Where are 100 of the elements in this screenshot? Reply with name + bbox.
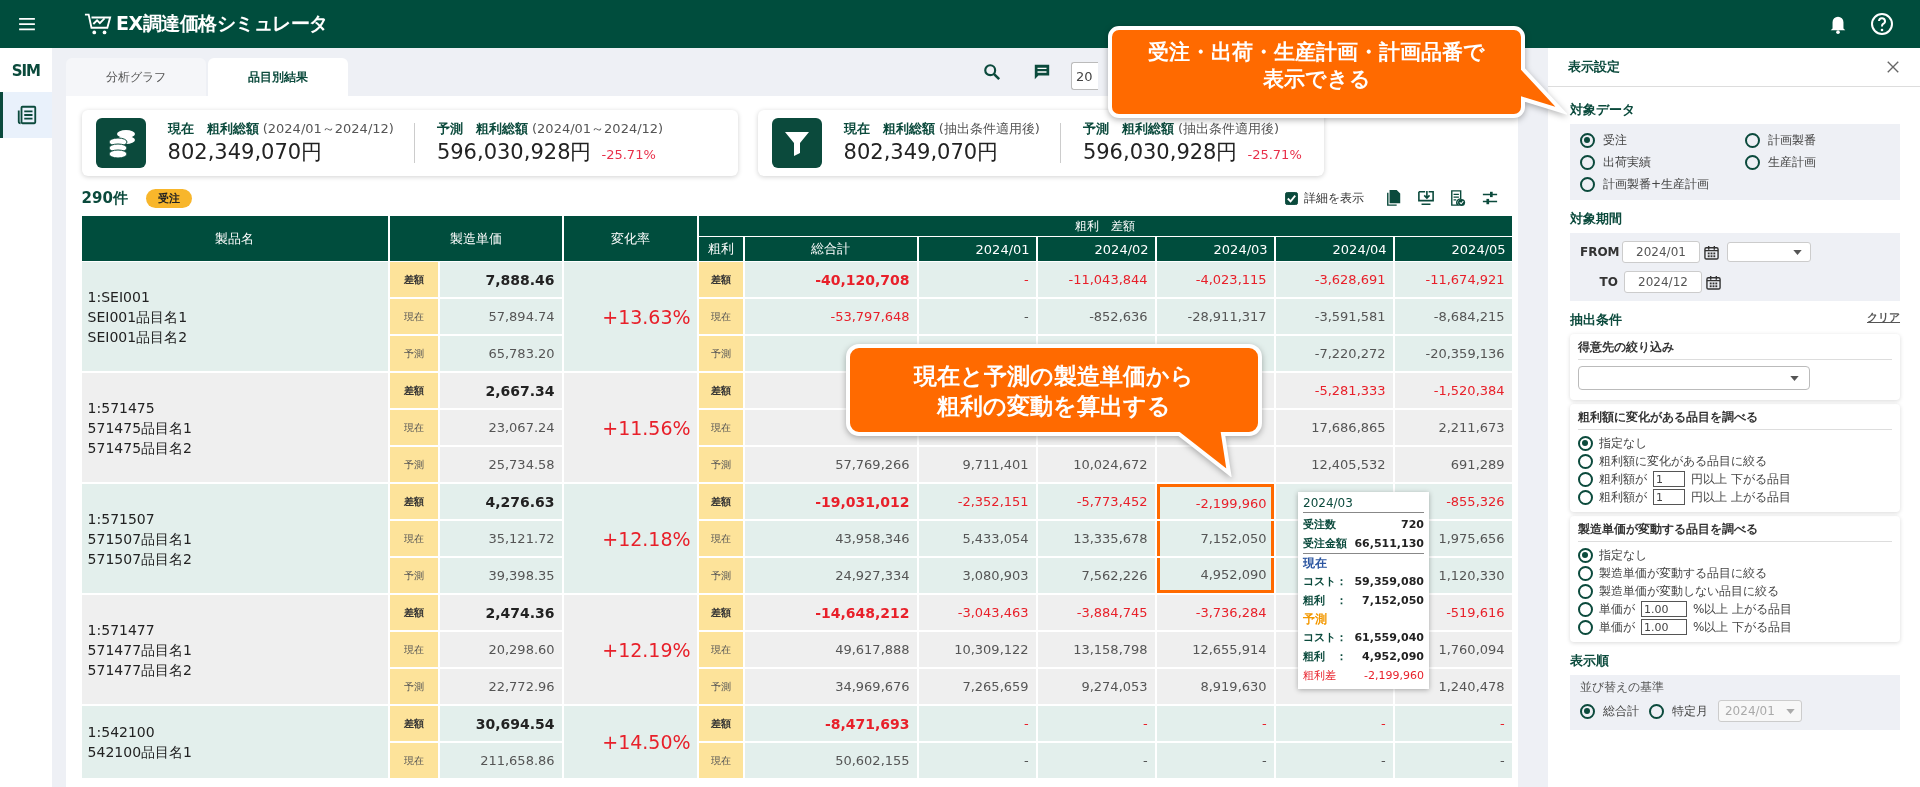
- month-cell: -: [1037, 743, 1155, 778]
- checkbox-icon[interactable]: [1285, 191, 1298, 205]
- sliders-icon[interactable]: [1482, 190, 1498, 206]
- month-cell: -: [1275, 706, 1393, 741]
- metric-label: 現在 粗利総額 (抽出条件適用後): [843, 120, 1040, 138]
- radio-icon[interactable]: [1578, 601, 1593, 617]
- radio-icon[interactable]: [1578, 453, 1593, 469]
- threshold-field[interactable]: 1: [1653, 471, 1685, 487]
- column-header: 変化率: [563, 216, 697, 261]
- radio-option[interactable]: 総合計: [1580, 701, 1639, 721]
- radio-icon[interactable]: [1580, 176, 1595, 192]
- tooltip-label: 粗利差: [1303, 668, 1336, 683]
- column-header: 製造単価: [389, 216, 562, 261]
- radio-label: %以上 上がる品目: [1693, 600, 1793, 618]
- total-cell: 43,958,346: [744, 521, 917, 556]
- month-cell: -5,773,452: [1037, 484, 1155, 519]
- total-cell: -14,648,212: [744, 595, 917, 630]
- row-label: 現在: [698, 743, 743, 778]
- radio-option[interactable]: 生産計画: [1745, 152, 1890, 172]
- change-rate-cell: +12.18%: [563, 484, 697, 593]
- row-label: 差額: [698, 484, 743, 519]
- copy-icon[interactable]: [1386, 190, 1402, 206]
- radio-icon[interactable]: [1580, 154, 1595, 170]
- month-cell: 10,024,672: [1037, 447, 1155, 482]
- change-rate-cell: +13.63%: [563, 262, 697, 371]
- row-label: 現在: [698, 521, 743, 556]
- product-name-cell: 1:571475 571475品目名1 571475品目名2: [81, 373, 388, 482]
- to-month-field[interactable]: 2024/12: [1624, 271, 1702, 293]
- tooltip-label: 粗利 ：: [1303, 649, 1347, 664]
- row-label: 予測: [389, 447, 438, 482]
- calendar-icon[interactable]: [1704, 244, 1719, 260]
- radio-icon[interactable]: [1578, 471, 1593, 487]
- document-check-icon[interactable]: [1450, 190, 1466, 206]
- tooltip-label: 粗利 ：: [1303, 593, 1347, 608]
- month-cell: 691,289: [1394, 447, 1512, 482]
- threshold-field[interactable]: 1: [1653, 489, 1685, 505]
- month-cell: -3,736,284: [1156, 595, 1274, 630]
- unit-price-cell: 30,694.54: [439, 706, 562, 741]
- tooltip-value: 720: [1401, 518, 1424, 531]
- radio-icon[interactable]: [1578, 435, 1593, 451]
- radio-icon[interactable]: [1578, 619, 1593, 635]
- detail-checkbox[interactable]: 詳細を表示: [1285, 189, 1364, 207]
- month-cell: 4,952,090: [1156, 558, 1274, 593]
- month-cell: -: [918, 743, 1036, 778]
- radio-label: 単価が: [1599, 600, 1635, 618]
- radio-label: 円以上 上がる品目: [1691, 488, 1791, 506]
- rail-item[interactable]: [0, 92, 52, 138]
- radio-icon[interactable]: [1580, 132, 1595, 148]
- radio-icon[interactable]: [1578, 565, 1593, 581]
- radio-icon[interactable]: [1580, 703, 1595, 719]
- month-cell: -28,911,317: [1156, 299, 1274, 334]
- help-icon[interactable]: [1870, 12, 1894, 36]
- total-cell: 34,969,676: [744, 669, 917, 704]
- radio-icon[interactable]: [1745, 154, 1760, 170]
- radio-icon[interactable]: [1649, 703, 1664, 719]
- month-cell: 7,265,659: [918, 669, 1036, 704]
- row-label: 差額: [389, 706, 438, 741]
- clear-link[interactable]: クリア: [1867, 310, 1900, 325]
- column-header: 2024/02: [1037, 237, 1155, 261]
- from-month-field[interactable]: 2024/01: [1622, 241, 1700, 263]
- close-icon[interactable]: [1886, 60, 1900, 74]
- column-header: 粗利: [698, 237, 743, 261]
- row-label: 現在: [389, 299, 438, 334]
- total-cell: -53,797,648: [744, 299, 917, 334]
- data-type-badge: 受注: [145, 188, 192, 208]
- month-cell: 3,080,903: [918, 558, 1036, 593]
- radio-option[interactable]: 出荷実績: [1580, 152, 1745, 172]
- month-cell: -11,043,844: [1037, 262, 1155, 297]
- radio-icon[interactable]: [1578, 489, 1593, 505]
- tab[interactable]: 品目別結果: [207, 58, 348, 96]
- radio-option[interactable]: 計画製番+生産計画: [1580, 174, 1745, 194]
- radio-label: %以上 下がる品目: [1693, 618, 1793, 636]
- metric-label: 現在 粗利総額 (2024/01～2024/12): [167, 120, 394, 138]
- threshold-field[interactable]: 1.00: [1641, 619, 1687, 635]
- search-icon[interactable]: [983, 63, 1001, 81]
- radio-icon[interactable]: [1578, 583, 1593, 599]
- radio-option[interactable]: 受注: [1580, 130, 1745, 150]
- cart-chart-icon: [84, 12, 112, 36]
- calendar-icon[interactable]: [1706, 274, 1721, 290]
- radio-icon[interactable]: [1745, 132, 1760, 148]
- radio-icon[interactable]: [1578, 547, 1593, 563]
- month-cell: 12,655,914: [1156, 632, 1274, 667]
- row-label: 予測: [698, 336, 743, 371]
- date-field[interactable]: 20: [1071, 62, 1098, 90]
- radio-option[interactable]: 特定月: [1649, 701, 1708, 721]
- to-label: TO: [1598, 275, 1619, 289]
- month-cell: 10,309,122: [918, 632, 1036, 667]
- month-cell: -1,520,384: [1394, 373, 1512, 408]
- tab[interactable]: 分析グラフ: [65, 58, 206, 96]
- threshold-field[interactable]: 1.00: [1641, 601, 1687, 617]
- tooltip-label: 受注金額: [1303, 536, 1347, 551]
- row-label: 差額: [389, 484, 438, 519]
- total-cell: 57,769,266: [744, 447, 917, 482]
- unit-price-cell: 22,772.96: [439, 669, 562, 704]
- radio-option[interactable]: 計画製番: [1745, 130, 1890, 150]
- menu-icon[interactable]: [18, 17, 36, 31]
- download-icon[interactable]: [1418, 190, 1434, 206]
- month-cell: -2,352,151: [918, 484, 1036, 519]
- row-label: 予測: [698, 447, 743, 482]
- comment-icon[interactable]: [1033, 63, 1051, 81]
